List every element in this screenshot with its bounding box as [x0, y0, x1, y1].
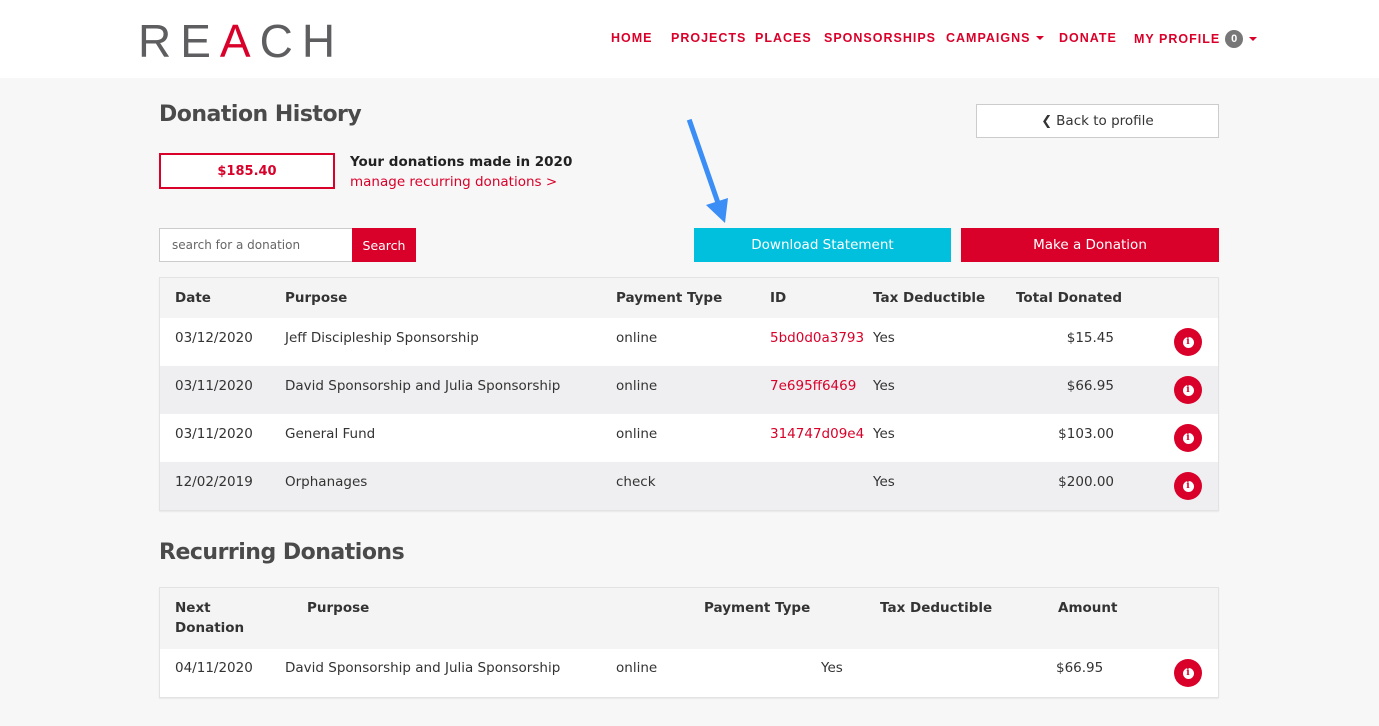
back-to-profile-label: Back to profile [1056, 113, 1154, 129]
cell-payment-type: check [616, 474, 656, 490]
yearly-total-amount: $185.40 [159, 153, 335, 189]
back-to-profile-button[interactable]: ❮ Back to profile [976, 104, 1219, 138]
header-purpose: Purpose [285, 290, 348, 306]
info-button[interactable]: i [1174, 424, 1202, 452]
info-button[interactable]: i [1174, 376, 1202, 404]
download-statement-button[interactable]: Download Statement [694, 228, 951, 262]
header-next-line2: Donation [175, 620, 245, 636]
nav-sponsorships[interactable]: SPONSORSHIPS [824, 31, 936, 45]
top-navbar: REACH HOME PROJECTS PLACES SPONSORSHIPS … [0, 0, 1379, 78]
nav-places[interactable]: PLACES [755, 31, 812, 45]
make-donation-button[interactable]: Make a Donation [961, 228, 1219, 262]
header-total-donated: Total Donated [1016, 290, 1123, 306]
cell-id-link[interactable]: 5bd0d0a3793 [770, 330, 864, 346]
cell-purpose: David Sponsorship and Julia Sponsorship [285, 660, 561, 676]
nav-donate[interactable]: DONATE [1059, 31, 1117, 45]
cell-purpose: Jeff Discipleship Sponsorship [285, 330, 479, 346]
cell-purpose: General Fund [285, 426, 376, 442]
table-row: 03/11/2020 David Sponsorship and Julia S… [160, 366, 1218, 414]
cell-date: 03/12/2020 [175, 330, 253, 346]
nav-sponsorships-label: SPONSORSHIPS [824, 31, 937, 45]
header-tax-deductible: Tax Deductible [873, 290, 986, 306]
table-row: 03/12/2020 Jeff Discipleship Sponsorship… [160, 318, 1218, 366]
cell-tax-deductible: Yes [873, 426, 895, 442]
nav-home-label: HOME [611, 31, 653, 45]
arrow-annotation-icon [686, 118, 728, 223]
nav-home[interactable]: HOME [611, 31, 653, 45]
caret-down-icon [1036, 36, 1045, 40]
logo-text-pre: RE [138, 15, 220, 67]
header-next-donation: Next Donation [175, 598, 244, 638]
notification-badge: 0 [1225, 30, 1244, 48]
cell-total: $66.95 [1066, 378, 1114, 394]
table-header: Next Donation Purpose Payment Type Tax De… [160, 588, 1218, 649]
page-title: Donation History [159, 102, 362, 127]
cell-tax-deductible: Yes [873, 330, 895, 346]
header-purpose: Purpose [307, 600, 370, 616]
nav-campaigns-label: CAMPAIGNS [946, 31, 1031, 45]
cell-payment-type: online [616, 660, 658, 676]
table-row: 12/02/2019 Orphanages check Yes $200.00 … [160, 462, 1218, 510]
info-circle-icon: i [1182, 480, 1194, 492]
chevron-left-icon: ❮ [1041, 113, 1053, 129]
header-amount: Amount [1058, 600, 1118, 616]
info-circle-icon: i [1182, 336, 1194, 348]
donation-search-input[interactable] [159, 228, 353, 262]
arrow-shaft [686, 118, 721, 204]
nav-my-profile[interactable]: MY PROFILE 0 [1134, 30, 1258, 48]
yearly-total-label: Your donations made in 2020 [350, 154, 573, 170]
header-next-line1: Next [175, 600, 211, 616]
nav-campaigns[interactable]: CAMPAIGNS [946, 31, 1045, 45]
table-row: 04/11/2020 David Sponsorship and Julia S… [160, 649, 1218, 697]
info-button[interactable]: i [1174, 472, 1202, 500]
arrow-head [706, 198, 728, 223]
donation-history-table: Date Purpose Payment Type ID Tax Deducti… [159, 277, 1219, 511]
info-button[interactable]: i [1174, 659, 1202, 687]
info-button[interactable]: i [1174, 328, 1202, 356]
header-tax-deductible: Tax Deductible [880, 600, 993, 616]
header-payment-type: Payment Type [616, 290, 723, 306]
manage-recurring-link[interactable]: manage recurring donations > [350, 174, 557, 190]
header-id: ID [770, 290, 787, 306]
cell-tax-deductible: Yes [873, 378, 895, 394]
header-date: Date [175, 290, 211, 306]
nav-my-profile-label: MY PROFILE [1134, 32, 1221, 46]
info-circle-icon: i [1182, 432, 1194, 444]
recurring-donations-title: Recurring Donations [159, 540, 405, 565]
cell-tax-deductible: Yes [873, 474, 895, 490]
cell-purpose: Orphanages [285, 474, 368, 490]
table-header: Date Purpose Payment Type ID Tax Deducti… [160, 278, 1218, 318]
logo-text-a: A [219, 15, 260, 67]
cell-total: $15.45 [1066, 330, 1114, 346]
cell-date: 03/11/2020 [175, 378, 253, 394]
cell-next-date: 04/11/2020 [175, 660, 253, 676]
cell-purpose: David Sponsorship and Julia Sponsorship [285, 378, 561, 394]
nav-projects-label: PROJECTS [671, 31, 747, 45]
cell-tax-deductible: Yes [821, 660, 843, 676]
reach-logo[interactable]: REACH [138, 18, 344, 64]
nav-projects[interactable]: PROJECTS [671, 31, 746, 45]
info-circle-icon: i [1182, 667, 1194, 679]
cell-payment-type: online [616, 378, 658, 394]
cell-id-link[interactable]: 7e695ff6469 [770, 378, 856, 394]
cell-total: $103.00 [1058, 426, 1114, 442]
cell-amount: $66.95 [1056, 660, 1104, 676]
cell-total: $200.00 [1058, 474, 1114, 490]
recurring-donations-table: Next Donation Purpose Payment Type Tax De… [159, 587, 1219, 698]
cell-payment-type: online [616, 426, 658, 442]
nav-places-label: PLACES [755, 31, 812, 45]
info-circle-icon: i [1182, 384, 1194, 396]
cell-date: 12/02/2019 [175, 474, 253, 490]
cell-id-link[interactable]: 314747d09e4 [770, 426, 864, 442]
search-button[interactable]: Search [352, 228, 416, 262]
logo-text-post: CH [259, 15, 345, 67]
header-payment-type: Payment Type [704, 600, 811, 616]
caret-down-icon [1249, 37, 1258, 41]
cell-date: 03/11/2020 [175, 426, 253, 442]
nav-donate-label: DONATE [1059, 31, 1117, 45]
table-row: 03/11/2020 General Fund online 314747d09… [160, 414, 1218, 462]
cell-payment-type: online [616, 330, 658, 346]
